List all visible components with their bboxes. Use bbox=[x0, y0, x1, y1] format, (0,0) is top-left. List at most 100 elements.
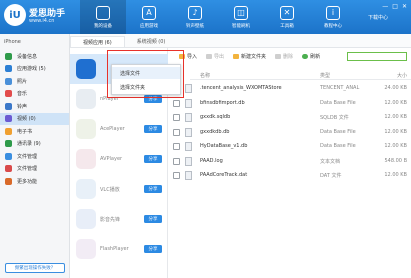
col-size-header[interactable]: 大小 bbox=[397, 72, 407, 79]
share-button[interactable]: 分享 bbox=[144, 125, 162, 133]
minimize-button[interactable]: — bbox=[382, 3, 388, 10]
maximize-button[interactable]: □ bbox=[392, 3, 398, 10]
sidebar-item-label: 应用游戏 (5) bbox=[17, 66, 46, 73]
app-icon bbox=[76, 239, 96, 259]
app-row[interactable]: AcePlayer 分享 bbox=[70, 114, 168, 144]
sidebar-item[interactable]: 设备信息 bbox=[0, 50, 69, 63]
table-row[interactable]: PAAD.log 文本文档 548.00 B bbox=[173, 155, 411, 169]
folder-icon bbox=[233, 53, 240, 59]
topnav-label: 铃声壁纸 bbox=[186, 23, 204, 29]
row-checkbox[interactable] bbox=[173, 99, 180, 107]
sidebar-item[interactable]: 通讯录 (9) bbox=[0, 138, 69, 151]
sidebar-item-icon bbox=[5, 115, 12, 123]
close-button[interactable]: ✕ bbox=[402, 3, 407, 10]
row-checkbox[interactable] bbox=[173, 157, 180, 165]
file-type: Data Base File bbox=[320, 99, 356, 106]
app-row[interactable]: VLC播放 分享 bbox=[70, 174, 168, 204]
delete-button[interactable]: 删除 bbox=[275, 53, 293, 60]
topnav-item[interactable]: ♪ 铃声壁纸 bbox=[172, 0, 218, 34]
app-row[interactable]: FlashPlayer 分享 bbox=[70, 234, 168, 264]
bell-icon: ♪ bbox=[188, 5, 202, 20]
refresh-icon bbox=[302, 53, 309, 59]
search-input[interactable] bbox=[347, 52, 407, 61]
file-toolbar: 导入 导出 新建文件夹 删除 刷新 bbox=[168, 48, 411, 64]
download-center-link[interactable]: 下载中心 bbox=[368, 14, 388, 21]
sidebar-item[interactable]: 电子书 bbox=[0, 125, 69, 138]
sidebar-item[interactable]: 视频 (0) bbox=[0, 112, 69, 125]
table-row[interactable]: PAAdCoreTrack.dat DAT 文件 12.00 KB bbox=[173, 169, 411, 183]
select-file-item[interactable]: 选择文件 bbox=[112, 67, 180, 79]
share-button[interactable]: 分享 bbox=[144, 245, 162, 253]
file-type: DAT 文件 bbox=[320, 173, 342, 179]
help-button[interactable]: 频繁出现操作失败？ bbox=[5, 263, 65, 273]
table-row[interactable]: gxxdkdb.db Data Base File 12.00 KB bbox=[173, 126, 411, 140]
topnav-label: 我的设备 bbox=[94, 23, 112, 29]
topnav-item[interactable]: ✕ 工具箱 bbox=[264, 0, 310, 34]
col-type-header[interactable]: 类型 bbox=[320, 72, 330, 79]
tab-system-videos[interactable]: 系统视频 (0) bbox=[125, 36, 178, 47]
sidebar-item-label: 照片 bbox=[17, 78, 28, 85]
app-icon bbox=[76, 149, 96, 169]
topnav-item[interactable]: i 教程中心 bbox=[310, 0, 356, 34]
sidebar-item-label: 铃声 bbox=[17, 103, 28, 110]
app-row[interactable]: 影音先锋 分享 bbox=[70, 204, 168, 234]
row-checkbox[interactable] bbox=[173, 143, 180, 150]
file-name: HyDataBase_v1.db bbox=[200, 143, 248, 149]
new-folder-label: 新建文件夹 bbox=[241, 53, 267, 60]
sidebar-item-label: 文件管理 bbox=[17, 153, 38, 160]
tab-video-apps[interactable]: 视频应用 (6) bbox=[70, 36, 125, 47]
share-button[interactable]: 分享 bbox=[144, 95, 162, 103]
share-button[interactable]: 分享 bbox=[144, 155, 162, 163]
sidebar-item[interactable]: 文件管理 bbox=[0, 163, 69, 176]
table-row[interactable]: HyDataBase_v1.db Data Base File 12.00 KB bbox=[173, 140, 411, 154]
file-icon bbox=[185, 113, 192, 122]
sidebar-item-label: 文件管理 bbox=[17, 166, 38, 173]
col-name-header[interactable]: 名称 bbox=[200, 72, 210, 79]
row-checkbox[interactable] bbox=[173, 128, 180, 136]
table-row[interactable]: gxxdk.sqldb SQLDB 文件 12.00 KB bbox=[173, 111, 411, 125]
file-name: PAAdCoreTrack.dat bbox=[200, 172, 248, 178]
new-folder-button[interactable]: 新建文件夹 bbox=[233, 53, 266, 60]
export-button[interactable]: 导出 bbox=[206, 53, 224, 60]
row-checkbox[interactable] bbox=[173, 172, 180, 179]
topnav-label: 工具箱 bbox=[280, 23, 294, 29]
import-label: 导入 bbox=[187, 53, 198, 60]
topnav-label: 智能刷机 bbox=[232, 23, 250, 29]
delete-icon bbox=[275, 53, 282, 59]
topnav-item[interactable]: ◫ 智能刷机 bbox=[218, 0, 264, 34]
share-button[interactable]: 分享 bbox=[144, 185, 162, 193]
app-logo: iU 爱思助手 www.i4.cn bbox=[4, 4, 65, 26]
select-folder-item[interactable]: 选择文件夹 bbox=[112, 81, 180, 93]
device-name: iPhone bbox=[4, 39, 21, 45]
sidebar-item-icon bbox=[5, 127, 12, 135]
app-title: 爱思助手 bbox=[29, 8, 66, 19]
sidebar-item[interactable]: 照片 bbox=[0, 75, 69, 88]
sidebar-item-icon bbox=[5, 90, 12, 98]
sidebar-item[interactable]: 更多功能 bbox=[0, 175, 69, 188]
import-menu: 选择文件 选择文件夹 bbox=[111, 64, 181, 95]
app-name: FlashPlayer bbox=[100, 246, 129, 252]
file-size: 12.00 KB bbox=[384, 99, 407, 106]
tab-bar: 视频应用 (6) 系统视频 (0) bbox=[70, 34, 411, 48]
sidebar-item[interactable]: 铃声 bbox=[0, 100, 69, 113]
table-row[interactable]: bfinsdbfimport.db Data Base File 12.00 KB bbox=[173, 97, 411, 111]
file-icon bbox=[185, 98, 192, 108]
refresh-button[interactable]: 刷新 bbox=[302, 53, 320, 60]
topnav-label: 教程中心 bbox=[324, 23, 342, 29]
file-icon bbox=[185, 142, 192, 151]
file-size: 12.00 KB bbox=[384, 172, 407, 178]
sidebar-item[interactable]: 音乐 bbox=[0, 88, 69, 101]
topnav-item[interactable]: 我的设备 bbox=[80, 0, 126, 34]
import-button[interactable]: 导入 bbox=[179, 53, 197, 60]
table-row[interactable]: .tencent_analysis_WXOMTAStore TENCENT_ANA… bbox=[173, 82, 411, 96]
topnav-item[interactable]: A 应用游戏 bbox=[126, 0, 172, 34]
sidebar-item[interactable]: 文件管理 bbox=[0, 150, 69, 163]
file-name: bfinsdbfimport.db bbox=[200, 99, 245, 106]
sidebar-item-icon bbox=[5, 77, 12, 85]
share-button[interactable]: 分享 bbox=[144, 215, 162, 223]
file-type: TENCENT_ANAL bbox=[320, 85, 360, 91]
row-checkbox[interactable] bbox=[173, 114, 180, 121]
topnav-label: 应用游戏 bbox=[140, 23, 158, 29]
sidebar-item[interactable]: 应用游戏 (5) bbox=[0, 63, 69, 76]
app-row[interactable]: AVPlayer 分享 bbox=[70, 144, 168, 174]
